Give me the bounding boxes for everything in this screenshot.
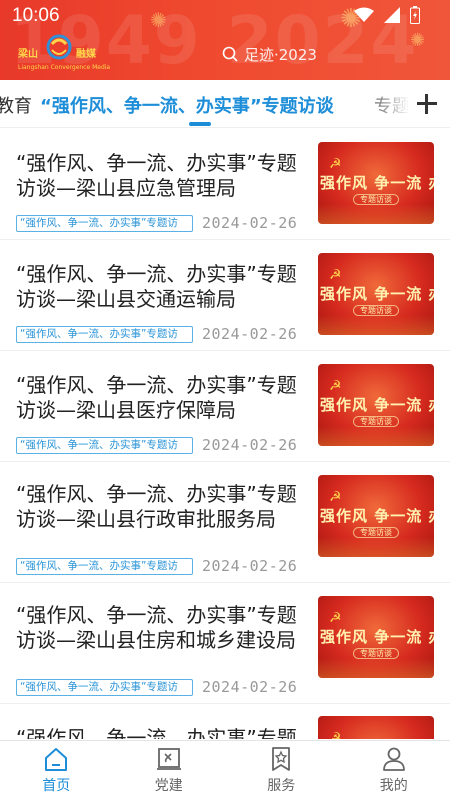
status-time: 10:06 xyxy=(12,5,60,26)
nav-service-label: 服务 xyxy=(267,778,296,794)
nav-party-building-label: 党建 xyxy=(154,778,183,794)
search-icon xyxy=(222,46,238,62)
news-thumbnail: ☭ 强作风 争一流 办实事 专题访谈 xyxy=(318,596,434,678)
nav-profile-label: 我的 xyxy=(379,778,408,794)
party-emblem-icon: ☭ xyxy=(329,730,342,739)
logo-text-right: 融媒 xyxy=(76,49,96,60)
news-date: 2024-02-26 xyxy=(202,436,298,454)
thumbnail-title: 强作风 争一流 办实事 xyxy=(320,628,434,646)
tab-special-interview[interactable]: “强作风、争一流、办实事”专题访谈 xyxy=(40,92,334,118)
thumbnail-title: 强作风 争一流 办实事 xyxy=(320,507,434,525)
news-thumbnail: ☭ 强作风 争一流 办实事 专题访谈 xyxy=(318,142,434,224)
party-emblem-icon: ☭ xyxy=(329,156,342,172)
news-list: “强作风、争一流、办实事”专题访谈—梁山县应急管理局 “强作风、争一流、办实事”… xyxy=(0,129,450,739)
party-emblem-icon: ☭ xyxy=(329,378,342,394)
service-icon xyxy=(272,747,291,771)
news-item[interactable]: “强作风、争一流、办实事”专题访谈—梁山县交通运输局 “强作风、争一流、办实事”… xyxy=(0,240,450,351)
category-tabs: 教育 “强作风、争一流、办实事”专题访谈 专题 xyxy=(0,80,450,128)
firework-decoration-icon: ✺ xyxy=(410,30,426,51)
party-emblem-icon: ☭ xyxy=(329,610,342,626)
search-placeholder: 足迹·2023 xyxy=(244,45,317,64)
news-item[interactable]: “强作风、争一流、办实事”专题访谈—梁山县医疗保障局 “强作风、争一流、办实事”… xyxy=(0,351,450,462)
news-item[interactable]: “强作风、争一流、办实事”专题 ☭ xyxy=(0,704,450,739)
tab-fade xyxy=(360,80,410,126)
active-tab-indicator xyxy=(189,122,211,126)
news-tag: “强作风、争一流、办实事”专题访 xyxy=(16,326,193,343)
news-title: “强作风、争一流、办实事”专题 xyxy=(16,726,297,739)
party-emblem-icon: ☭ xyxy=(329,267,342,283)
news-date: 2024-02-26 xyxy=(202,214,298,232)
home-icon xyxy=(45,748,68,771)
app-logo[interactable]: 梁山 融媒 Liangshan Convergence Media xyxy=(16,32,110,76)
news-date: 2024-02-26 xyxy=(202,325,298,343)
news-tag: “强作风、争一流、办实事”专题访 xyxy=(16,437,193,454)
signal-icon xyxy=(384,7,400,23)
search-bar[interactable]: 足迹·2023 xyxy=(222,43,317,65)
logo-subtitle: Liangshan Convergence Media xyxy=(18,64,111,71)
bottom-navigation: 首页 党建 服务 我的 xyxy=(0,740,450,800)
nav-profile[interactable]: 我的 xyxy=(338,741,450,800)
thumbnail-title: 强作风 争一流 办实事 xyxy=(320,285,434,303)
news-thumbnail: ☭ 强作风 争一流 办实事 专题访谈 xyxy=(318,253,434,335)
news-title: “强作风、争一流、办实事”专题访谈—梁山县医疗保障局 xyxy=(16,373,297,422)
wifi-icon xyxy=(354,7,374,22)
news-item[interactable]: “强作风、争一流、办实事”专题访谈—梁山县应急管理局 “强作风、争一流、办实事”… xyxy=(0,129,450,240)
news-item[interactable]: “强作风、争一流、办实事”专题访谈—梁山县行政审批服务局 “强作风、争一流、办实… xyxy=(0,462,450,583)
news-title: “强作风、争一流、办实事”专题访谈—梁山县交通运输局 xyxy=(16,262,297,311)
news-title: “强作风、争一流、办实事”专题访谈—梁山县住房和城乡建设局 xyxy=(16,603,297,652)
nav-home-label: 首页 xyxy=(42,778,71,794)
profile-icon xyxy=(382,747,405,771)
logo-text-left: 梁山 xyxy=(18,49,38,60)
news-tag: “强作风、争一流、办实事”专题访 xyxy=(16,679,193,696)
thumbnail-title: 强作风 争一流 办实事 xyxy=(320,396,434,414)
news-date: 2024-02-26 xyxy=(202,678,298,696)
nav-party-building[interactable]: 党建 xyxy=(113,741,226,800)
news-date: 2024-02-26 xyxy=(202,557,298,575)
battery-icon xyxy=(410,6,420,24)
news-thumbnail: ☭ 强作风 争一流 办实事 专题访谈 xyxy=(318,475,434,557)
news-tag: “强作风、争一流、办实事”专题访 xyxy=(16,558,193,575)
tab-education[interactable]: 教育 xyxy=(0,92,32,118)
party-building-icon xyxy=(156,748,181,770)
add-channel-icon[interactable] xyxy=(408,86,446,122)
thumbnail-title: 强作风 争一流 办实事 xyxy=(320,174,434,192)
party-emblem-icon: ☭ xyxy=(329,489,342,505)
status-bar: 10:06 xyxy=(0,0,450,32)
app-header: 1949 2024 ✺ ✺ ✺ 10:06 梁山 融媒 Liangshan Co… xyxy=(0,0,450,80)
news-title: “强作风、争一流、办实事”专题访谈—梁山县行政审批服务局 xyxy=(16,482,297,531)
logo-emblem-icon xyxy=(46,34,72,60)
news-thumbnail: ☭ 强作风 争一流 办实事 专题访谈 xyxy=(318,364,434,446)
nav-service[interactable]: 服务 xyxy=(225,741,338,800)
nav-home[interactable]: 首页 xyxy=(0,741,113,800)
news-title: “强作风、争一流、办实事”专题访谈—梁山县应急管理局 xyxy=(16,151,297,200)
news-thumbnail: ☭ xyxy=(318,716,434,739)
news-item[interactable]: “强作风、争一流、办实事”专题访谈—梁山县住房和城乡建设局 “强作风、争一流、办… xyxy=(0,583,450,704)
news-tag: “强作风、争一流、办实事”专题访 xyxy=(16,215,193,232)
